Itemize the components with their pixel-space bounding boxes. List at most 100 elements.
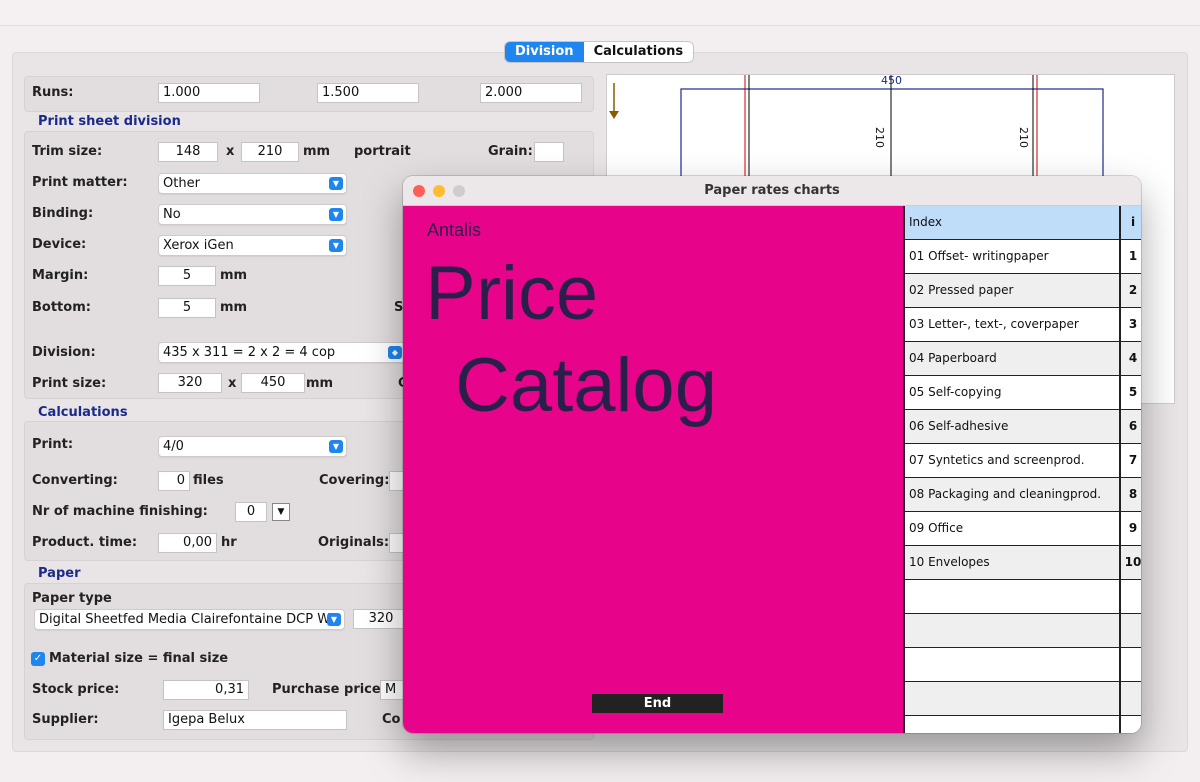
row-number bbox=[1123, 580, 1141, 613]
table-row[interactable]: 06 Self-adhesive 6 bbox=[905, 410, 1141, 444]
catalog-cover: Antalis Price Catalog End bbox=[403, 206, 903, 733]
print-matter-label: Print matter: bbox=[32, 175, 128, 190]
runs-field-1[interactable]: 1.000 bbox=[158, 83, 260, 103]
cover-title-line1: Price bbox=[425, 251, 599, 336]
print-matter-value: Other bbox=[163, 176, 200, 191]
print-matter-select[interactable]: Other ▼ bbox=[158, 173, 347, 194]
product-time-label: Product. time: bbox=[32, 535, 138, 550]
table-row[interactable]: 04 Paperboard 4 bbox=[905, 342, 1141, 376]
row-number: 6 bbox=[1128, 419, 1138, 433]
row-name: 08 Packaging and cleaningprod. bbox=[905, 478, 1121, 511]
paper-type-select[interactable]: Digital Sheetfed Media Clairefontaine DC… bbox=[34, 609, 345, 630]
row-name: 03 Letter-, text-, coverpaper bbox=[905, 308, 1121, 341]
table-row[interactable]: 10 Envelopes 10 bbox=[905, 546, 1141, 580]
row-number bbox=[1123, 648, 1141, 681]
table-row[interactable]: 07 Syntetics and screenprod. 7 bbox=[905, 444, 1141, 478]
mm-unit: mm bbox=[306, 376, 334, 391]
window-titlebar: Paper rates charts bbox=[403, 176, 1141, 206]
supplier-label: Supplier: bbox=[32, 712, 99, 727]
mm-unit: mm bbox=[220, 300, 248, 315]
header-number: i bbox=[1130, 215, 1136, 229]
table-row[interactable]: 02 Pressed paper 2 bbox=[905, 274, 1141, 308]
device-value: Xerox iGen bbox=[163, 238, 234, 253]
row-number: 7 bbox=[1128, 453, 1138, 467]
print-size-width-field[interactable]: 320 bbox=[158, 373, 222, 393]
row-name bbox=[905, 682, 1121, 715]
chevron-down-icon: ▼ bbox=[329, 440, 343, 453]
material-size-checkbox[interactable]: ✓ bbox=[31, 652, 45, 666]
row-number bbox=[1123, 614, 1141, 647]
print-size-height-field[interactable]: 450 bbox=[241, 373, 305, 393]
tab-division[interactable]: Division bbox=[505, 42, 584, 62]
row-number: 10 bbox=[1124, 555, 1141, 569]
end-button[interactable]: End bbox=[592, 694, 723, 713]
brand-name: Antalis bbox=[427, 220, 482, 240]
covering-label: Covering: bbox=[319, 473, 390, 488]
row-name: 04 Paperboard bbox=[905, 342, 1121, 375]
calculations-title: Calculations bbox=[38, 405, 128, 420]
table-row[interactable]: 01 Offset- writingpaper 1 bbox=[905, 240, 1141, 274]
empty-row bbox=[905, 614, 1141, 648]
updown-icon: ◆ bbox=[388, 346, 402, 359]
converting-field[interactable]: 0 bbox=[158, 471, 190, 491]
runs-field-2[interactable]: 1.500 bbox=[317, 83, 419, 103]
device-select[interactable]: Xerox iGen ▼ bbox=[158, 235, 347, 256]
row-number: 8 bbox=[1128, 487, 1138, 501]
stock-price-field[interactable]: 0,31 bbox=[163, 680, 249, 700]
row-number: 3 bbox=[1128, 317, 1138, 331]
co-label: Co bbox=[382, 712, 401, 727]
table-row[interactable]: 08 Packaging and cleaningprod. 8 bbox=[905, 478, 1141, 512]
print-value: 4/0 bbox=[163, 439, 184, 454]
table-row[interactable]: 09 Office 9 bbox=[905, 512, 1141, 546]
table-row[interactable]: 05 Self-copying 5 bbox=[905, 376, 1141, 410]
row-name: 02 Pressed paper bbox=[905, 274, 1121, 307]
print-select[interactable]: 4/0 ▼ bbox=[158, 436, 347, 457]
window-title: Paper rates charts bbox=[704, 183, 840, 198]
supplier-field[interactable]: Igepa Belux bbox=[163, 710, 347, 730]
machine-finishing-field[interactable]: 0 bbox=[235, 502, 267, 522]
trim-width-field[interactable]: 148 bbox=[158, 142, 218, 162]
cover-title-line2: Catalog bbox=[455, 343, 717, 428]
division-select[interactable]: 435 x 311 = 2 x 2 = 4 cop ◆ bbox=[158, 342, 406, 363]
device-label: Device: bbox=[32, 237, 87, 252]
grain-field[interactable] bbox=[534, 142, 564, 162]
row-number: 1 bbox=[1128, 249, 1138, 263]
times-sign: x bbox=[228, 376, 237, 391]
empty-row bbox=[905, 648, 1141, 682]
binding-select[interactable]: No ▼ bbox=[158, 204, 347, 225]
converting-label: Converting: bbox=[32, 473, 118, 488]
row-name: 10 Envelopes bbox=[905, 546, 1121, 579]
row-name bbox=[905, 648, 1121, 681]
bottom-field[interactable]: 5 bbox=[158, 298, 216, 318]
index-table: Index i 01 Offset- writingpaper 1 02 Press… bbox=[903, 206, 1141, 733]
material-size-label: Material size = final size bbox=[49, 651, 229, 666]
row-name: 09 Office bbox=[905, 512, 1121, 545]
row-number bbox=[1123, 682, 1141, 715]
tab-bar: Division Calculations bbox=[505, 42, 694, 62]
empty-row bbox=[905, 682, 1141, 716]
page-height-label: 210 bbox=[873, 127, 886, 148]
table-row[interactable]: 03 Letter-, text-, coverpaper 3 bbox=[905, 308, 1141, 342]
chevron-down-icon: ▼ bbox=[329, 177, 343, 190]
empty-row bbox=[905, 716, 1141, 733]
trim-height-field[interactable]: 210 bbox=[241, 142, 299, 162]
trim-size-label: Trim size: bbox=[32, 144, 103, 159]
paper-size-field[interactable]: 320 bbox=[353, 609, 409, 629]
sheet-width-label: 450 bbox=[881, 74, 902, 87]
paper-type-label: Paper type bbox=[32, 591, 112, 606]
dropdown-arrow-icon[interactable]: ▼ bbox=[272, 503, 290, 521]
margin-label: Margin: bbox=[32, 268, 89, 283]
division-value: 435 x 311 = 2 x 2 = 4 cop bbox=[163, 345, 336, 360]
originals-label: Originals: bbox=[318, 535, 390, 550]
print-size-label: Print size: bbox=[32, 376, 107, 391]
print-sheet-title: Print sheet division bbox=[38, 114, 181, 129]
row-name bbox=[905, 614, 1121, 647]
orientation-label: portrait bbox=[354, 144, 411, 159]
runs-label: Runs: bbox=[32, 85, 74, 100]
margin-field[interactable]: 5 bbox=[158, 266, 216, 286]
product-time-field[interactable]: 0,00 bbox=[158, 533, 217, 553]
tab-calculations[interactable]: Calculations bbox=[583, 42, 694, 62]
mm-unit: mm bbox=[220, 268, 248, 283]
runs-field-3[interactable]: 2.000 bbox=[480, 83, 582, 103]
row-name: 06 Self-adhesive bbox=[905, 410, 1121, 443]
